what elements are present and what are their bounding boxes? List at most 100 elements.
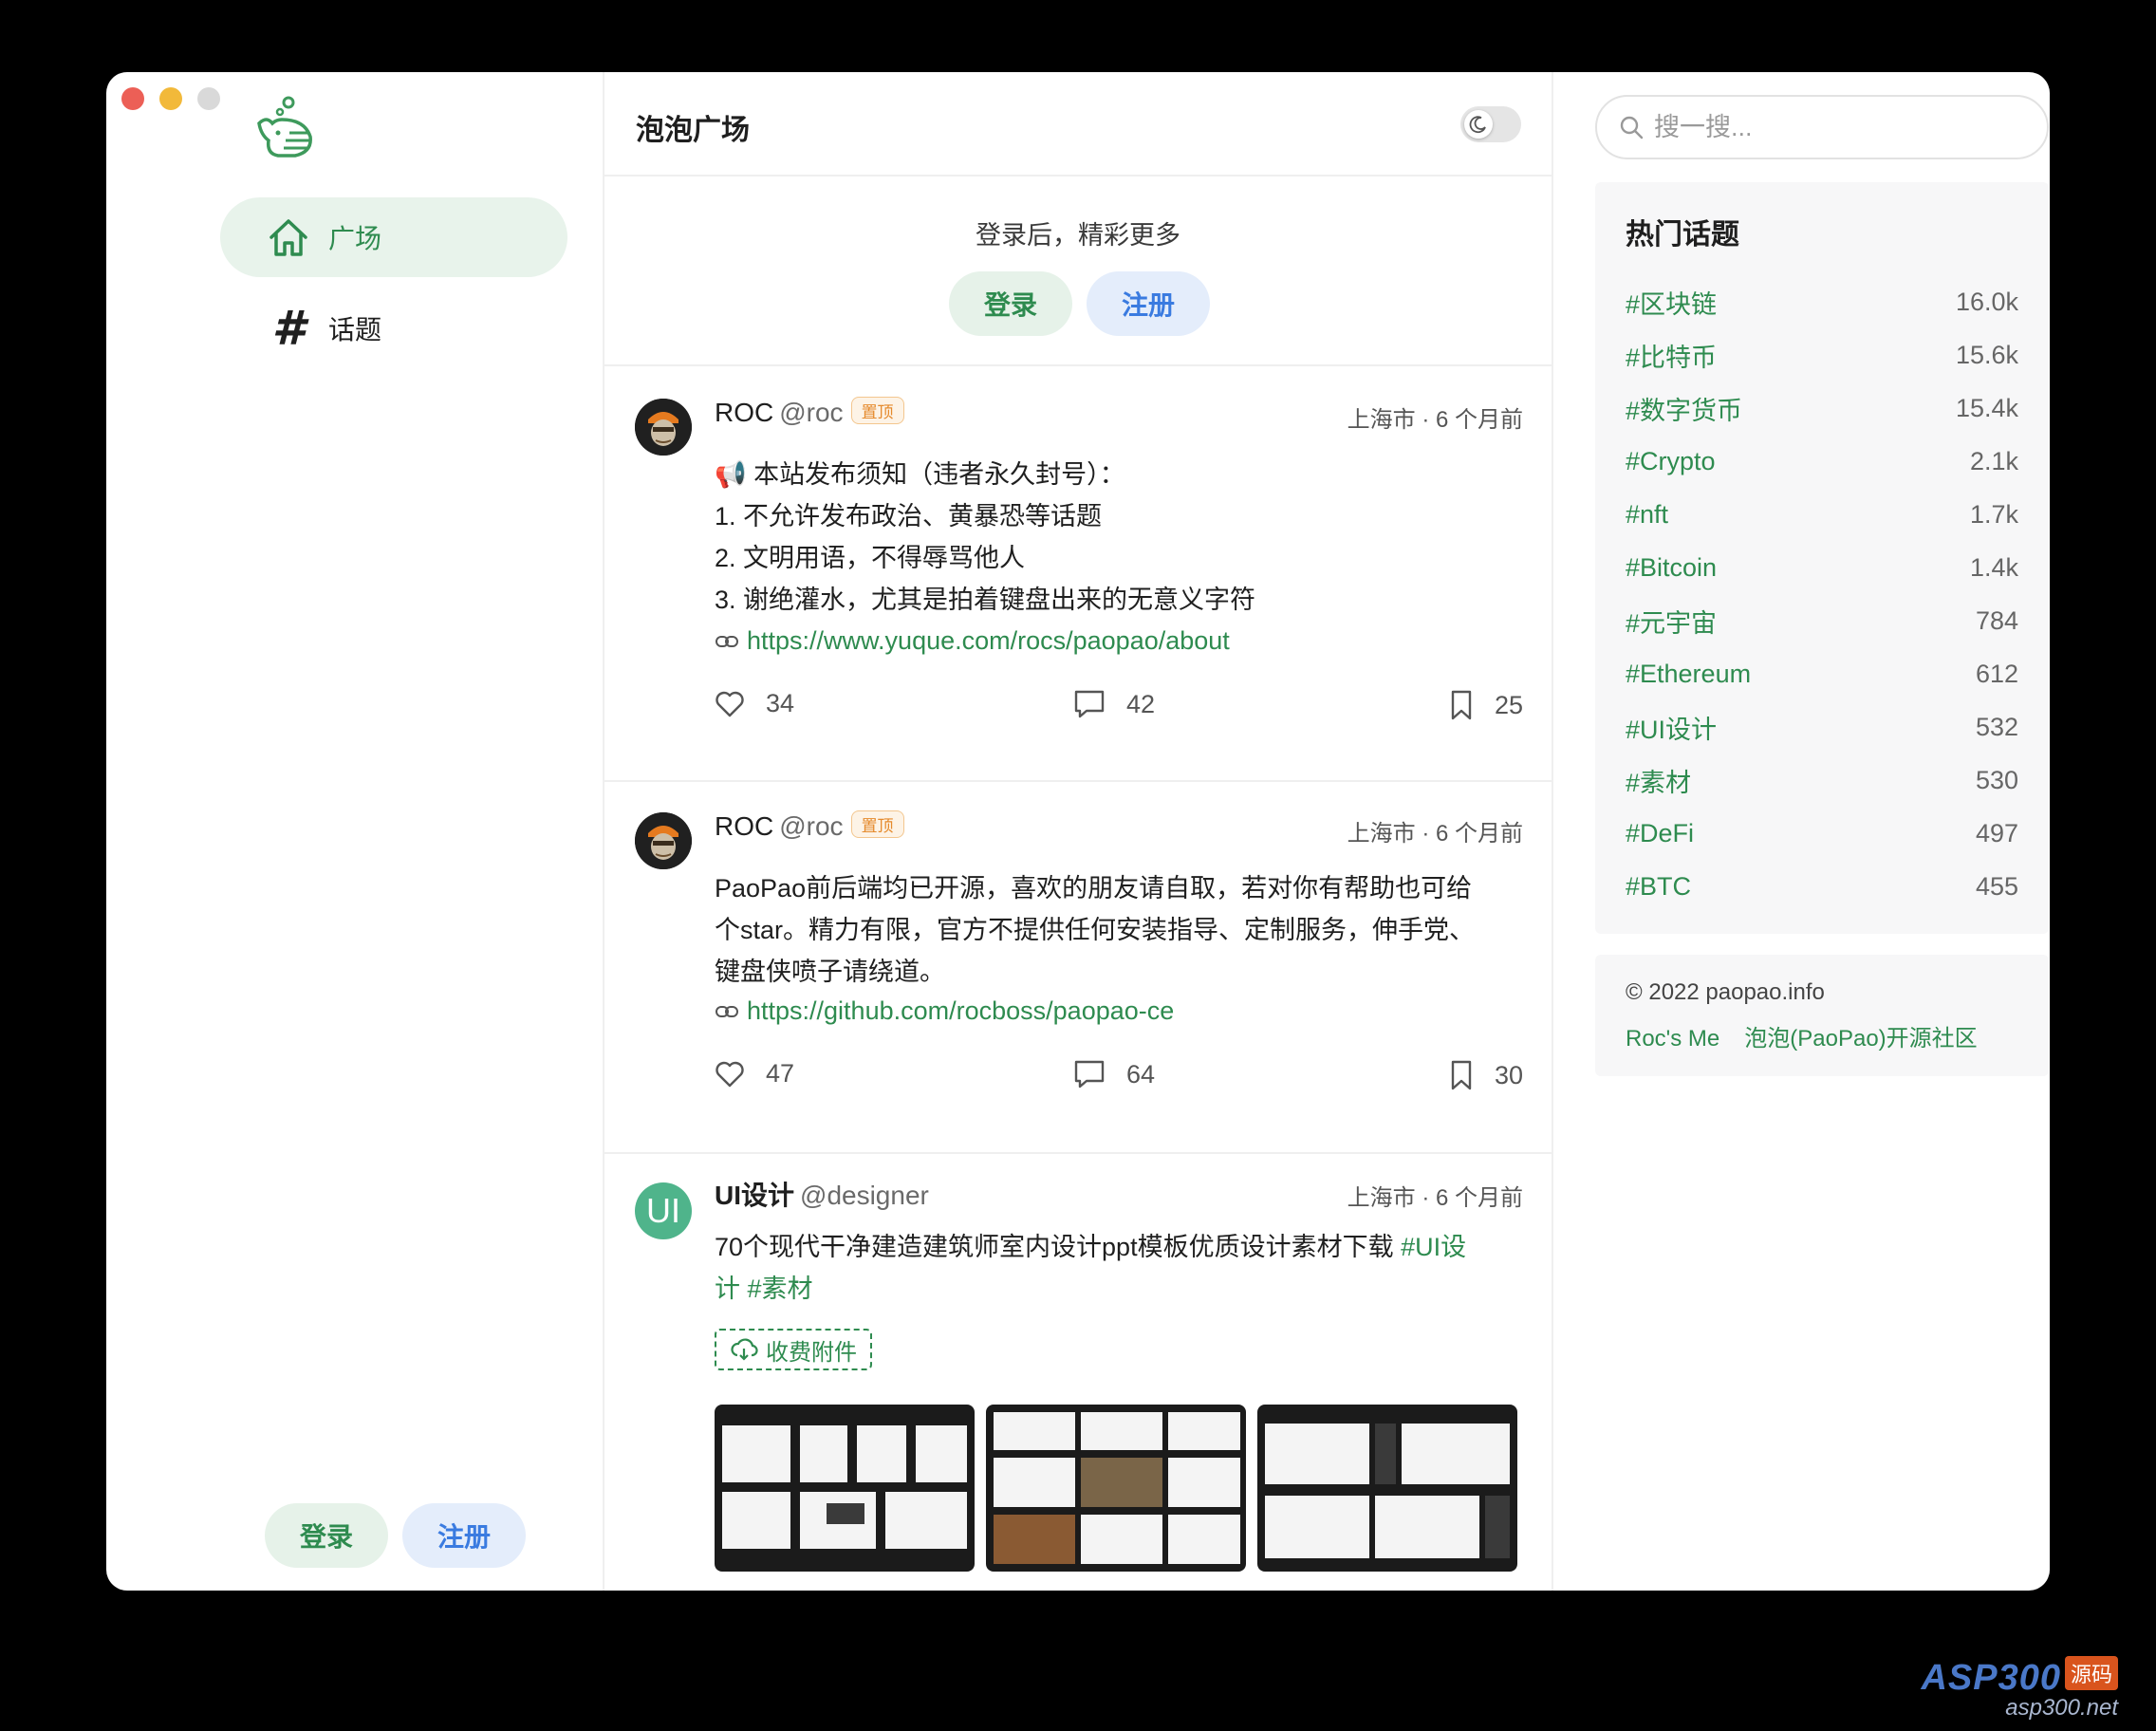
- hashtag-link[interactable]: #UI设: [1401, 1233, 1466, 1261]
- paid-attachment-button[interactable]: 收费附件: [715, 1329, 872, 1370]
- post-author: ROC @roc 置顶: [715, 810, 904, 842]
- nav-label: 广场: [328, 224, 382, 253]
- hot-topic-item[interactable]: #UI设计 532: [1626, 708, 2018, 746]
- hot-topic-item[interactable]: #元宇宙 784: [1626, 602, 2018, 640]
- hot-topic-item[interactable]: #数字货币 15.4k: [1626, 389, 2018, 427]
- author-handle: @roc: [779, 398, 844, 427]
- topic-tag[interactable]: #比特币: [1626, 337, 1717, 374]
- cloud-download-icon: [731, 1338, 758, 1361]
- nav-label: 话题: [328, 315, 382, 344]
- like-button[interactable]: 34: [715, 689, 794, 718]
- post-content: PaoPao前后端均已开源，喜欢的朋友请自取，若对你有帮助也可给 个star。精…: [715, 867, 1521, 993]
- avatar[interactable]: UI: [635, 1182, 692, 1239]
- link-text[interactable]: https://github.com/rocboss/paopao-ce: [747, 996, 1174, 1026]
- heart-icon: [716, 1061, 744, 1087]
- post-actions: 34 42 25: [715, 689, 1523, 727]
- hot-topic-item[interactable]: #DeFi 497: [1626, 814, 2018, 852]
- main-header: 泡泡广场: [604, 72, 1552, 177]
- logo-icon[interactable]: [253, 95, 320, 161]
- link-text[interactable]: https://www.yuque.com/rocs/paopao/about: [747, 626, 1230, 656]
- topic-tag[interactable]: #元宇宙: [1626, 603, 1717, 640]
- footer-card: © 2022 paopao.info Roc's Me 泡泡(PaoPao)开源社…: [1595, 955, 2049, 1076]
- hot-topic-item[interactable]: #nft 1.7k: [1626, 495, 2018, 533]
- search-input[interactable]: [1654, 112, 2015, 142]
- link-icon: [716, 1005, 738, 1017]
- author-name[interactable]: ROC: [715, 398, 773, 427]
- post-card[interactable]: UI UI设计 @designer 上海市 · 6 个月前 70个现代干净建造建筑…: [604, 1154, 1553, 1591]
- like-button[interactable]: 47: [715, 1059, 794, 1089]
- post-card[interactable]: ROC @roc 置顶 上海市 · 6 个月前 PaoPao前后端均已开源，喜欢的朋…: [604, 782, 1553, 1154]
- hot-topic-item[interactable]: #BTC 455: [1626, 867, 2018, 905]
- post-image[interactable]: [715, 1405, 975, 1572]
- attachment-label: 收费附件: [766, 1339, 857, 1366]
- nav-item-square[interactable]: 广场: [220, 197, 567, 277]
- footer-link-community[interactable]: 泡泡(PaoPao)开源社区: [1744, 1026, 1977, 1052]
- hot-topic-item[interactable]: #区块链 16.0k: [1626, 283, 2018, 321]
- author-name[interactable]: ROC: [715, 811, 773, 841]
- sidebar-login-button[interactable]: 登录: [265, 1503, 388, 1568]
- copyright-text: © 2022 paopao.info: [1626, 979, 1825, 1005]
- bookmark-button[interactable]: 25: [1449, 689, 1523, 721]
- pinned-badge: 置顶: [850, 397, 904, 424]
- post-image[interactable]: [1257, 1405, 1517, 1572]
- login-prompt: 登录后，精彩更多 登录 注册: [604, 177, 1552, 366]
- hot-topic-item[interactable]: #素材 530: [1626, 761, 2018, 799]
- bookmark-button[interactable]: 30: [1449, 1059, 1523, 1091]
- post-actions: 47 64 30: [715, 1059, 1523, 1097]
- watermark-badge: 源码: [2064, 1656, 2118, 1690]
- topic-tag[interactable]: #素材: [1626, 762, 1691, 799]
- topic-tag[interactable]: #UI设计: [1626, 709, 1717, 746]
- post-link[interactable]: https://github.com/rocboss/paopao-ce: [715, 996, 1174, 1026]
- hot-topic-item[interactable]: #Crypto 2.1k: [1626, 442, 2018, 480]
- search-box[interactable]: [1595, 95, 2049, 159]
- main-feed: 泡泡广场 登录后，精彩更多 登录 注册 ROC @roc 置顶 上海市 · 6 个月…: [604, 72, 1553, 1591]
- topic-tag[interactable]: #Crypto: [1626, 447, 1716, 476]
- topic-tag[interactable]: #区块链: [1626, 284, 1717, 321]
- avatar[interactable]: [635, 812, 692, 869]
- theme-toggle[interactable]: [1460, 106, 1521, 142]
- comment-button[interactable]: 42: [1073, 689, 1155, 719]
- watermark: ASP300 源码 asp300.net: [1921, 1656, 2118, 1722]
- heart-icon: [716, 691, 744, 717]
- author-name[interactable]: UI设计: [715, 1181, 794, 1210]
- hot-topics-title: 热门话题: [1626, 219, 1739, 251]
- watermark-brand: ASP300: [1921, 1658, 2061, 1698]
- pinned-badge: 置顶: [850, 810, 904, 838]
- topic-count: 2.1k: [1969, 446, 2018, 475]
- bookmark-icon: [1451, 690, 1472, 720]
- post-image[interactable]: [986, 1405, 1246, 1572]
- topic-count: 612: [1975, 659, 2018, 688]
- avatar[interactable]: [635, 399, 692, 456]
- hot-topic-item[interactable]: #Bitcoin 1.4k: [1626, 549, 2018, 586]
- hot-topics-card: 热门话题 #区块链 16.0k #比特币 15.6k #数字货币 15.4k #Cry…: [1595, 182, 2049, 934]
- topic-count: 497: [1975, 818, 2018, 847]
- hot-topic-item[interactable]: #比特币 15.6k: [1626, 336, 2018, 374]
- topic-tag[interactable]: #Ethereum: [1626, 660, 1751, 689]
- footer-link-rocs-me[interactable]: Roc's Me: [1626, 1026, 1719, 1052]
- topic-tag[interactable]: #Bitcoin: [1626, 553, 1717, 583]
- hashtag-link[interactable]: 计: [715, 1275, 740, 1303]
- topic-tag[interactable]: #BTC: [1626, 872, 1691, 902]
- post-meta: 上海市 · 6 个月前: [1347, 407, 1523, 433]
- post-link[interactable]: https://www.yuque.com/rocs/paopao/about: [715, 626, 1230, 656]
- topic-tag[interactable]: #DeFi: [1626, 819, 1694, 848]
- post-line: 70个现代干净建造建筑师室内设计ppt模板优质设计素材下载 #UI设: [715, 1226, 1521, 1268]
- sidebar-register-button[interactable]: 注册: [402, 1503, 526, 1568]
- post-line: 📢 本站发布须知（违者永久封号）：: [715, 460, 1125, 489]
- comment-button[interactable]: 64: [1073, 1059, 1155, 1089]
- footer-links: Roc's Me 泡泡(PaoPao)开源社区: [1626, 1019, 1978, 1052]
- right-sidebar: 热门话题 #区块链 16.0k #比特币 15.6k #数字货币 15.4k #Cry…: [1553, 72, 2050, 1591]
- prompt-login-button[interactable]: 登录: [949, 271, 1072, 336]
- post-card[interactable]: ROC @roc 置顶 上海市 · 6 个月前 📢 本站发布须知（违者永久封号）： …: [604, 368, 1553, 782]
- hot-topic-item[interactable]: #Ethereum 612: [1626, 655, 2018, 693]
- topic-count: 16.0k: [1955, 287, 2018, 316]
- post-text: 70个现代干净建造建筑师室内设计ppt模板优质设计素材下载: [715, 1233, 1402, 1261]
- hashtag-link[interactable]: #素材: [748, 1275, 813, 1303]
- bookmark-count: 25: [1494, 690, 1523, 719]
- topic-tag[interactable]: #数字货币: [1626, 390, 1742, 427]
- prompt-register-button[interactable]: 注册: [1087, 271, 1210, 336]
- post-line: 2. 文明用语，不得辱骂他人: [715, 544, 1026, 572]
- comment-icon: [1074, 1060, 1105, 1089]
- topic-tag[interactable]: #nft: [1626, 500, 1668, 530]
- nav-item-topics[interactable]: # 话题: [220, 288, 567, 368]
